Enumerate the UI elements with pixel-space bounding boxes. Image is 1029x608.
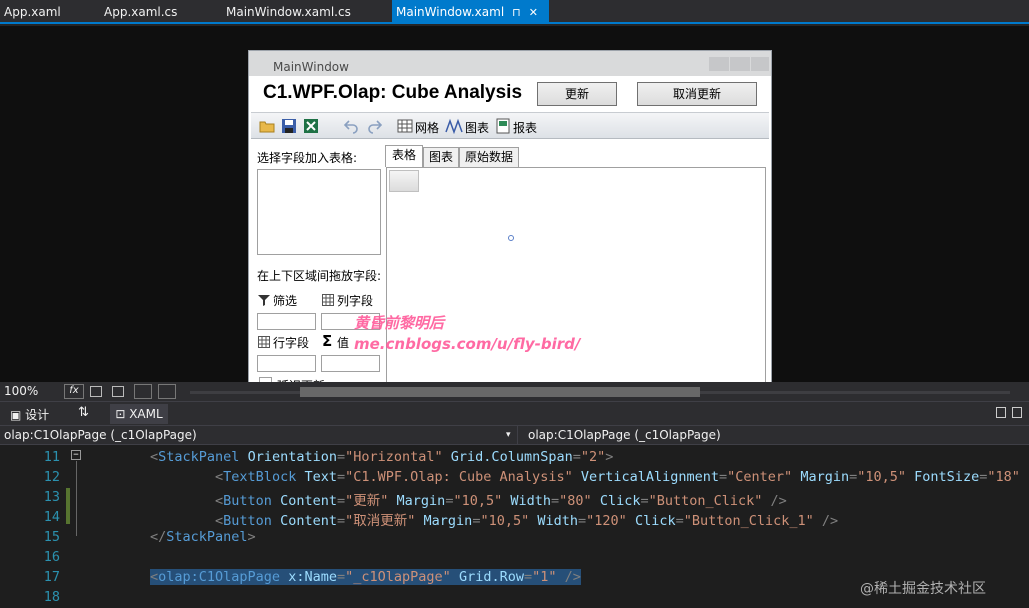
tab-app-xaml-cs[interactable]: App.xaml.cs — [100, 0, 181, 24]
view-switcher: ▣ 设计 ⇅ ⊡ XAML — [0, 401, 1029, 425]
content-tabs: 表格 图表 原始数据 — [385, 145, 768, 167]
element-dropdown-left-label: olap:C1OlapPage (_c1OlapPage) — [4, 428, 197, 442]
element-dropdown-right-label: olap:C1OlapPage (_c1OlapPage) — [528, 428, 721, 442]
xaml-tab[interactable]: ⊡ XAML — [110, 404, 168, 424]
report-label[interactable]: 报表 — [513, 119, 537, 136]
refresh-button[interactable]: 更新 — [537, 82, 617, 106]
tab-grid[interactable]: 表格 — [385, 145, 423, 167]
designer-statusbar: 100% fx — [0, 382, 1029, 401]
sigma-icon: Σ — [322, 332, 333, 350]
design-tab[interactable]: ▣ 设计 — [10, 406, 49, 423]
zoom-level[interactable]: 100% — [4, 384, 38, 398]
line-number: 17 — [43, 569, 60, 585]
report-icon[interactable] — [495, 118, 511, 134]
values-drop-area[interactable] — [321, 355, 380, 372]
tab-label: MainWindow.xaml — [396, 5, 505, 19]
tab-chart[interactable]: 图表 — [423, 147, 459, 167]
editor-navigation-bar: olap:C1OlapPage (_c1OlapPage) ▾ olap:C1Ol… — [0, 425, 1029, 445]
swap-panes-icon[interactable]: ⇅ — [78, 405, 89, 420]
code-line[interactable]: <StackPanel Orientation="Horizontal" Gri… — [150, 449, 613, 465]
element-dropdown-left[interactable]: olap:C1OlapPage (_c1OlapPage) ▾ — [0, 426, 518, 445]
chevron-down-icon: ▾ — [506, 430, 511, 440]
designer-surface: MainWindow C1.WPF.Olap: Cube Analysis 更新… — [0, 26, 1029, 400]
row-fields-icon — [258, 336, 270, 348]
line-number: 14 — [43, 509, 60, 525]
line-number: 16 — [43, 549, 60, 565]
undo-icon[interactable] — [343, 118, 359, 134]
tab-mainwindow-xaml[interactable]: MainWindow.xaml ⊓ ✕ — [392, 0, 549, 24]
filter-icon — [258, 295, 270, 306]
scrollbar-thumb[interactable] — [300, 387, 700, 397]
header-stackpanel: C1.WPF.Olap: Cube Analysis 更新 取消更新 — [251, 78, 769, 112]
code-line[interactable]: <Button Content="取消更新" Margin="10,5" Wid… — [150, 509, 838, 529]
code-line[interactable]: </StackPanel> — [150, 529, 256, 545]
field-list[interactable] — [257, 169, 381, 255]
tab-raw-data[interactable]: 原始数据 — [459, 147, 519, 167]
design-label: 设计 — [25, 408, 50, 422]
redo-icon[interactable] — [367, 118, 383, 134]
code-line[interactable]: <olap:C1OlapPage x:Name="_c1OlapPage" Gr… — [150, 569, 581, 585]
field-panel: 选择字段加入表格: 在上下区域间拖放字段: 筛选 列字段 行字段 Σ 值 延迟更… — [251, 139, 385, 394]
save-icon[interactable] — [281, 118, 297, 134]
code-line[interactable]: <TextBlock Text="C1.WPF.Olap: Cube Analy… — [150, 469, 1029, 485]
excel-icon[interactable] — [303, 118, 319, 134]
watermark-line2: me.cnblogs.com/u/fly-bird/ — [354, 335, 581, 353]
snap-icon[interactable] — [112, 386, 124, 397]
close-icon — [751, 57, 769, 71]
grid-icon[interactable] — [397, 118, 413, 134]
xaml-icon: ⊡ — [115, 407, 130, 421]
column-fields-icon — [322, 294, 334, 306]
horizontal-split-icon[interactable] — [1012, 407, 1022, 418]
design-icon: ▣ — [10, 408, 26, 422]
tab-mainwindow-xaml-cs[interactable]: MainWindow.xaml.cs — [222, 0, 355, 24]
collapse-icon[interactable]: − — [71, 450, 81, 460]
corner-watermark: @稀土掘金技术社区 — [860, 581, 986, 597]
chart-label[interactable]: 图表 — [465, 119, 489, 136]
row-drop-area[interactable] — [257, 355, 316, 372]
app-title: C1.WPF.Olap: Cube Analysis — [263, 82, 523, 103]
line-number: 13 — [43, 489, 60, 505]
close-icon[interactable]: ✕ — [529, 1, 538, 25]
drag-fields-label: 在上下区域间拖放字段: — [257, 269, 382, 283]
xaml-code-editor[interactable]: − 11 <StackPanel Orientation="Horizontal"… — [0, 445, 1029, 608]
change-marker — [66, 488, 70, 524]
cancel-refresh-button[interactable]: 取消更新 — [637, 82, 757, 106]
fx-icon[interactable]: fx — [64, 384, 84, 399]
filter-label: 筛选 — [273, 294, 298, 308]
grid-content-area[interactable] — [386, 167, 766, 392]
column-fields-label: 列字段 — [337, 294, 374, 308]
grid-label[interactable]: 网格 — [415, 119, 439, 136]
minimize-icon — [709, 57, 729, 71]
line-number: 11 — [43, 449, 60, 465]
choose-fields-label: 选择字段加入表格: — [257, 151, 358, 165]
open-folder-icon[interactable] — [259, 118, 275, 134]
blog-watermark: 黄昏前黎明后 me.cnblogs.com/u/fly-bird/ — [354, 312, 580, 353]
chart-icon[interactable] — [445, 118, 465, 134]
pin-icon[interactable]: ⊓ — [512, 1, 521, 25]
olap-toolbar: 网格 图表 报表 — [251, 112, 769, 139]
window-title: MainWindow — [249, 51, 771, 76]
document-tab-bar: App.xaml App.xaml.cs MainWindow.xaml.cs … — [0, 0, 1029, 24]
watermark-line1: 黄昏前黎明后 — [354, 314, 445, 332]
line-number: 12 — [43, 469, 60, 485]
line-number: 18 — [43, 589, 60, 605]
crosshair-icon[interactable] — [134, 384, 152, 399]
values-label: 值 — [337, 336, 350, 350]
code-line[interactable]: <Button Content="更新" Margin="10,5" Width… — [150, 489, 787, 509]
vertical-split-icon[interactable] — [996, 407, 1006, 418]
filter-drop-area[interactable] — [257, 313, 316, 330]
grid-toggle-icon[interactable] — [90, 386, 102, 397]
line-number: 15 — [43, 529, 60, 545]
row-fields-label: 行字段 — [273, 336, 310, 350]
xaml-label: XAML — [129, 407, 163, 421]
center-anchor-icon — [508, 235, 514, 241]
fold-guide — [76, 461, 77, 536]
tab-app-xaml[interactable]: App.xaml — [0, 0, 65, 24]
element-dropdown-right[interactable]: olap:C1OlapPage (_c1OlapPage) — [524, 426, 1029, 445]
maximize-icon — [730, 57, 750, 71]
artboard-icon[interactable] — [158, 384, 176, 399]
grid-corner-header — [389, 170, 419, 192]
